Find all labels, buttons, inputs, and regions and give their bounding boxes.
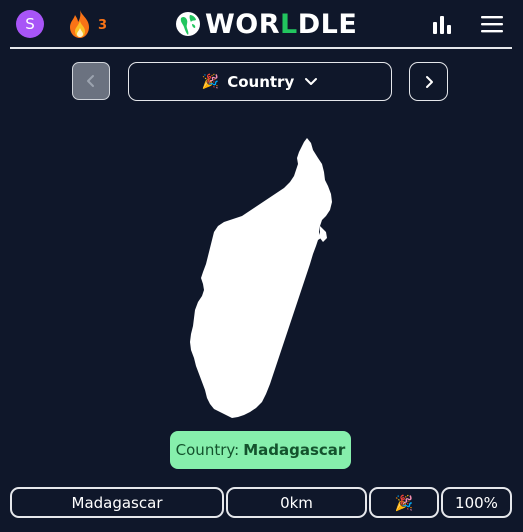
streak-indicator[interactable]: 3 — [66, 8, 107, 40]
bar-chart-icon[interactable] — [431, 14, 453, 34]
guess-proximity: 100% — [441, 487, 512, 518]
chevron-right-icon — [425, 75, 433, 88]
chevron-down-icon — [305, 77, 318, 85]
globe-icon — [176, 12, 200, 36]
answer-value: Madagascar — [243, 441, 346, 459]
answer-label: Country: — [175, 441, 240, 459]
header-divider — [10, 47, 512, 49]
party-popper-icon: 🎉 — [201, 73, 220, 90]
logo-text-accent: L — [280, 8, 298, 40]
previous-round-button[interactable] — [72, 62, 110, 100]
round-type-label: Country — [227, 72, 295, 91]
logo-text: WORLDLE — [205, 9, 357, 40]
worldle-page: S 3 WORLDLE 🎉 Country Country: Madagasca… — [0, 0, 523, 532]
answer-badge: Country: Madagascar — [170, 431, 351, 469]
user-avatar[interactable]: S — [16, 10, 44, 38]
streak-count: 3 — [98, 18, 108, 33]
app-logo: WORLDLE — [175, 8, 357, 40]
chevron-left-icon — [87, 75, 94, 87]
flame-icon — [70, 10, 89, 38]
guess-distance: 0km — [226, 487, 367, 518]
guess-country-name: Madagascar — [10, 487, 224, 518]
logo-text-suffix: DLE — [297, 8, 358, 40]
header-bar: S 3 WORLDLE — [0, 0, 523, 48]
guess-direction-icon: 🎉 — [369, 487, 439, 518]
next-round-button[interactable] — [409, 62, 448, 101]
country-silhouette-image — [190, 138, 332, 418]
round-type-select[interactable]: 🎉 Country — [128, 62, 392, 101]
logo-text-prefix: WOR — [205, 8, 281, 40]
hamburger-menu-icon[interactable] — [480, 14, 504, 34]
